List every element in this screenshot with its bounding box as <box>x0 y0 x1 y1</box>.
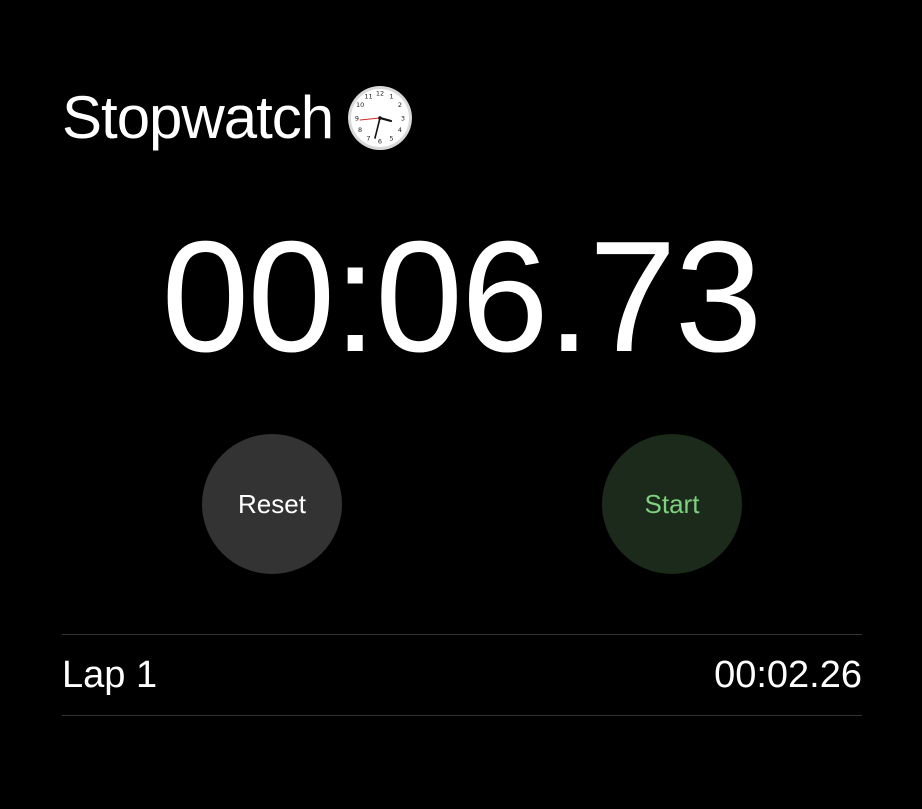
lap-list: Lap 1 00:02.26 <box>62 634 862 716</box>
reset-button[interactable]: Reset <box>202 434 342 574</box>
svg-text:1: 1 <box>390 93 394 101</box>
page-title: Stopwatch <box>62 84 334 151</box>
svg-text:10: 10 <box>356 101 364 109</box>
svg-text:7: 7 <box>367 134 371 142</box>
lap-time: 00:02.26 <box>714 653 862 696</box>
svg-text:11: 11 <box>365 93 373 101</box>
lap-label: Lap 1 <box>62 653 158 696</box>
elapsed-time-display: 00:06.73 <box>161 209 762 385</box>
svg-text:12: 12 <box>376 90 384 98</box>
svg-text:6: 6 <box>378 138 382 146</box>
svg-text:9: 9 <box>355 115 359 123</box>
svg-text:8: 8 <box>358 126 362 134</box>
stopwatch-app: Stopwatch 12 1 2 3 4 5 6 7 8 9 10 11 00:… <box>0 0 922 809</box>
svg-text:2: 2 <box>398 101 402 109</box>
lap-row: Lap 1 00:02.26 <box>62 635 862 716</box>
svg-text:3: 3 <box>401 115 405 123</box>
header: Stopwatch 12 1 2 3 4 5 6 7 8 9 10 11 <box>62 84 413 152</box>
analog-clock-icon: 12 1 2 3 4 5 6 7 8 9 10 11 <box>348 86 413 150</box>
svg-text:5: 5 <box>390 134 394 142</box>
svg-text:4: 4 <box>398 126 402 134</box>
start-button[interactable]: Start <box>602 434 742 574</box>
